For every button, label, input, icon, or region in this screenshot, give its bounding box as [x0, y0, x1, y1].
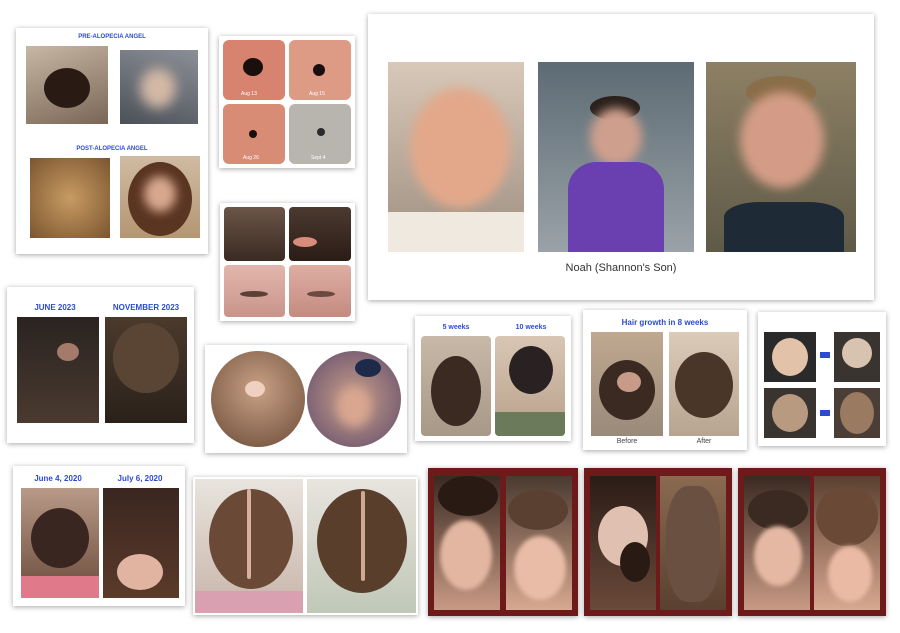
photo-after	[669, 332, 739, 436]
photo-maroon-3b	[814, 476, 880, 610]
label-5-weeks: 5 weeks	[442, 324, 470, 331]
photo-5-weeks	[421, 336, 491, 436]
post-alopecia-label: POST-ALOPECIA ANGEL	[76, 146, 148, 152]
photo-progress-2	[834, 332, 880, 382]
photo-aug-15: Aug 15	[289, 40, 351, 100]
label-june-2023: JUNE 2023	[34, 303, 76, 312]
card-scalp-eyebrows	[220, 203, 355, 321]
photo-pre-1	[26, 46, 108, 124]
photo-pre-2	[120, 50, 198, 124]
photo-crown-2	[307, 479, 416, 613]
label-june-4-2020: June 4, 2020	[34, 474, 82, 483]
noah-caption: Noah (Shannon's Son)	[565, 262, 677, 274]
card-spot-timeline: Aug 13 Aug 15 Aug 26 Sept 4	[219, 36, 355, 168]
photo-maroon-1b	[506, 476, 572, 610]
photo-post-1	[30, 158, 110, 238]
photo-child-1	[211, 351, 305, 447]
card-noah: Noah (Shannon's Son)	[368, 14, 874, 300]
photo-noah-2	[538, 62, 694, 252]
card-5-10-weeks: 5 weeks 10 weeks	[415, 316, 571, 441]
photo-10-weeks	[495, 336, 565, 436]
photo-aug-13: Aug 13	[223, 40, 285, 100]
card-progression-grid	[758, 312, 886, 446]
card-maroon-2	[584, 468, 732, 616]
photo-eyebrow-1	[224, 265, 285, 317]
caption-after: After	[696, 438, 712, 445]
caption-aug-15: Aug 15	[309, 91, 325, 97]
photo-maroon-1a	[434, 476, 500, 610]
photo-child-2	[307, 351, 401, 447]
card-2020: June 4, 2020 July 6, 2020	[13, 466, 185, 606]
photo-progress-3	[764, 388, 816, 438]
photo-july-6-2020	[103, 488, 179, 598]
arrow-icon-2	[820, 410, 830, 416]
card-children-circles	[205, 345, 407, 453]
photo-aug-26: Aug 26	[223, 104, 285, 164]
photo-noah-3	[706, 62, 856, 252]
pre-alopecia-label: PRE-ALOPECIA ANGEL	[78, 34, 146, 40]
photo-maroon-2b	[660, 476, 726, 610]
photo-june-2023	[17, 317, 99, 423]
photo-post-2	[120, 156, 200, 238]
photo-before	[591, 332, 663, 436]
photo-crown-1	[195, 479, 303, 613]
card-maroon-1	[428, 468, 578, 616]
card-june-november-2023: JUNE 2023 NOVEMBER 2023	[7, 287, 194, 443]
label-july-6-2020: July 6, 2020	[117, 474, 163, 483]
photo-eyebrow-2	[289, 265, 351, 317]
photo-scalp-2	[289, 207, 351, 261]
photo-progress-1	[764, 332, 816, 382]
card-maroon-3	[738, 468, 886, 616]
growth-title: Hair growth in 8 weeks	[621, 318, 709, 327]
photo-maroon-3a	[744, 476, 810, 610]
card-girl-crown	[193, 477, 418, 615]
label-november-2023: NOVEMBER 2023	[112, 303, 180, 312]
label-10-weeks: 10 weeks	[515, 324, 547, 331]
photo-maroon-2a	[590, 476, 656, 610]
photo-november-2023	[105, 317, 187, 423]
caption-before: Before	[616, 438, 638, 445]
card-angel: PRE-ALOPECIA ANGEL POST-ALOPECIA ANGEL	[16, 28, 208, 254]
photo-noah-1	[388, 62, 524, 252]
photo-june-4-2020	[21, 488, 99, 598]
photo-scalp-1	[224, 207, 285, 261]
caption-aug-13: Aug 13	[241, 91, 257, 97]
card-hair-growth-8-weeks: Hair growth in 8 weeks Before After	[583, 310, 747, 450]
photo-progress-4	[834, 388, 880, 438]
photo-sept-4: Sept 4	[289, 104, 351, 164]
caption-aug-26: Aug 26	[243, 155, 259, 161]
caption-sept-4: Sept 4	[311, 155, 326, 161]
arrow-icon-1	[820, 352, 830, 358]
